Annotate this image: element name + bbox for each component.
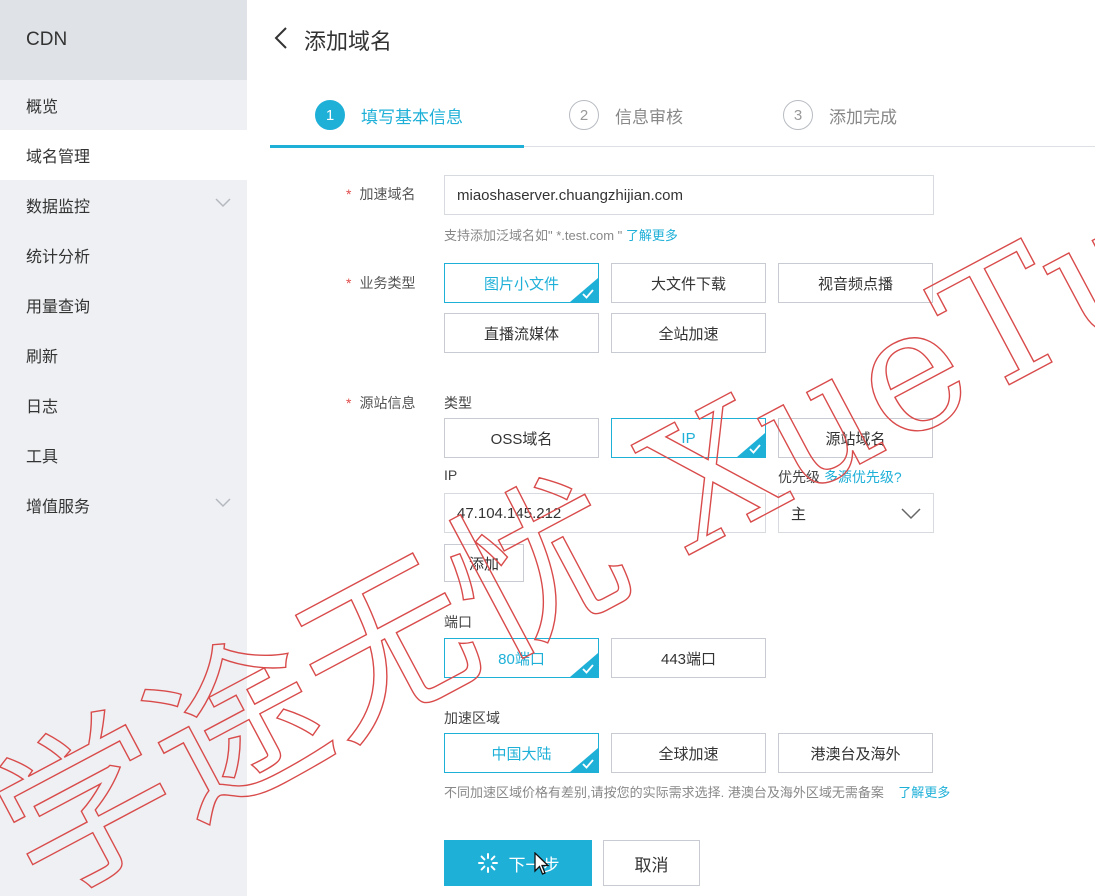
origin-label: * 源站信息 [346, 395, 416, 411]
step-3: 3 添加完成 [783, 100, 897, 130]
sidebar-item-label: 增值服务 [26, 499, 91, 516]
chevron-down-icon [901, 508, 921, 520]
priority-label: 优先级 多源优先级? [778, 469, 902, 485]
sidebar-item-logs[interactable]: 日志 [0, 380, 247, 430]
learn-more-link[interactable]: 了解更多 [626, 228, 678, 243]
sidebar-item-refresh[interactable]: 刷新 [0, 330, 247, 380]
chevron-down-icon [215, 498, 231, 508]
option-origin-domain[interactable]: 源站域名 [778, 418, 933, 458]
learn-more-link[interactable]: 了解更多 [898, 785, 950, 800]
port-label: 端口 [444, 614, 472, 630]
option-mainland-china[interactable]: 中国大陆 [444, 733, 599, 773]
option-video-on-demand[interactable]: 视音频点播 [778, 263, 933, 303]
next-step-button[interactable]: 下一步 [444, 840, 592, 886]
region-label: 加速区域 [444, 710, 500, 726]
origin-type-label: 类型 [444, 395, 472, 411]
sidebar-item-statistics[interactable]: 统计分析 [0, 230, 247, 280]
sidebar-item-label: 工具 [26, 449, 59, 466]
step-1: 1 填写基本信息 [315, 100, 463, 130]
sidebar-item-value-added[interactable]: 增值服务 [0, 480, 247, 530]
option-full-site-acceleration[interactable]: 全站加速 [611, 313, 766, 353]
sidebar: CDN 概览 域名管理 数据监控 统计分析 用量查询 刷新 日志 工具 增值服务 [0, 0, 247, 896]
option-large-file-download[interactable]: 大文件下载 [611, 263, 766, 303]
step-number: 3 [783, 100, 813, 130]
cancel-button[interactable]: 取消 [603, 840, 700, 886]
ip-input[interactable]: 47.104.145.212 [444, 493, 766, 533]
step-label: 添加完成 [829, 107, 897, 127]
sidebar-item-label: 统计分析 [26, 249, 91, 266]
region-hint: 不同加速区域价格有差别,请按您的实际需求选择. 港澳台及海外区域无需备案 了解更… [444, 785, 951, 800]
option-overseas[interactable]: 港澳台及海外 [778, 733, 933, 773]
option-global[interactable]: 全球加速 [611, 733, 766, 773]
option-port-443[interactable]: 443端口 [611, 638, 766, 678]
domain-label: * 加速域名 [346, 186, 416, 202]
check-icon [582, 759, 594, 769]
sidebar-title: CDN [0, 0, 247, 80]
step-number: 2 [569, 100, 599, 130]
page-title: 添加域名 [304, 29, 393, 54]
option-live-streaming[interactable]: 直播流媒体 [444, 313, 599, 353]
step-label: 填写基本信息 [361, 107, 463, 127]
chevron-down-icon [215, 198, 231, 208]
sidebar-item-label: 日志 [26, 399, 59, 416]
step-label: 信息审核 [615, 107, 683, 127]
domain-hint: 支持添加泛域名如" *.test.com " 了解更多 [444, 228, 678, 243]
sidebar-item-label: 概览 [26, 99, 59, 116]
sidebar-item-usage[interactable]: 用量查询 [0, 280, 247, 330]
priority-select[interactable]: 主 [778, 493, 934, 533]
step-2: 2 信息审核 [569, 100, 683, 130]
domain-input[interactable]: miaoshaserver.chuangzhijian.com [444, 175, 934, 215]
sidebar-item-label: 刷新 [26, 349, 59, 366]
option-ip[interactable]: IP [611, 418, 766, 458]
loading-spinner-icon [477, 853, 498, 873]
add-origin-button[interactable]: 添加 [444, 544, 524, 582]
sidebar-item-domain-management[interactable]: 域名管理 [0, 130, 247, 180]
multi-origin-priority-link[interactable]: 多源优先级? [824, 469, 902, 485]
sidebar-item-label: 用量查询 [26, 299, 91, 316]
sidebar-item-tools[interactable]: 工具 [0, 430, 247, 480]
sidebar-item-data-monitoring[interactable]: 数据监控 [0, 180, 247, 230]
check-icon [582, 664, 594, 674]
sidebar-item-overview[interactable]: 概览 [0, 80, 247, 130]
check-icon [582, 289, 594, 299]
sidebar-item-label: 域名管理 [26, 149, 91, 166]
option-small-files[interactable]: 图片小文件 [444, 263, 599, 303]
ip-label: IP [444, 467, 458, 483]
sidebar-item-label: 数据监控 [26, 199, 91, 216]
biz-type-label: * 业务类型 [346, 275, 416, 291]
check-icon [749, 444, 761, 454]
steps-progress-bar [270, 145, 524, 148]
option-oss-domain[interactable]: OSS域名 [444, 418, 599, 458]
option-port-80[interactable]: 80端口 [444, 638, 599, 678]
step-number: 1 [315, 100, 345, 130]
back-arrow-icon[interactable] [272, 24, 290, 52]
